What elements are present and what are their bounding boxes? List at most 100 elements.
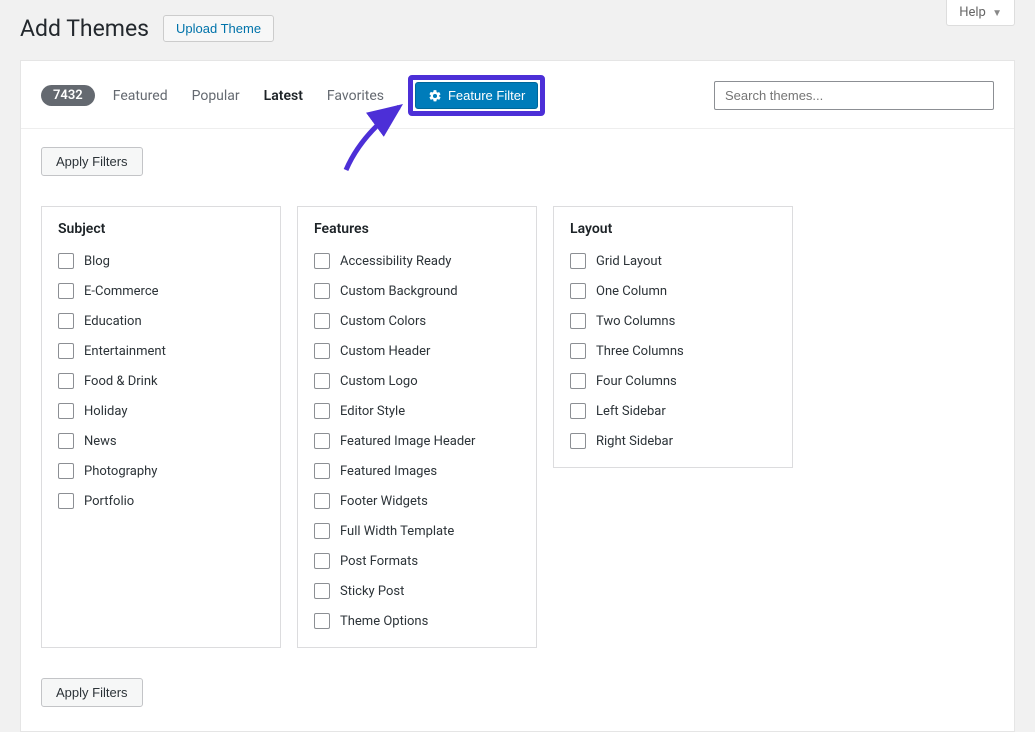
filter-checkbox-row[interactable]: Entertainment xyxy=(58,343,264,359)
checkbox[interactable] xyxy=(314,373,330,389)
checkbox-label: E-Commerce xyxy=(84,284,159,299)
checkbox-label: Sticky Post xyxy=(340,584,404,599)
filter-column-subject: Subject Blog E-Commerce Education Entertain… xyxy=(41,206,281,648)
checkbox[interactable] xyxy=(570,343,586,359)
search-input[interactable] xyxy=(714,81,994,110)
feature-filter-button[interactable]: Feature Filter xyxy=(415,82,538,109)
checkbox[interactable] xyxy=(314,403,330,419)
help-label: Help xyxy=(959,5,986,20)
tab-featured[interactable]: Featured xyxy=(113,88,168,104)
help-tab[interactable]: Help ▼ xyxy=(946,0,1015,26)
page-header: Add Themes Upload Theme xyxy=(0,0,1035,60)
filter-checkbox-row[interactable]: Editor Style xyxy=(314,403,520,419)
checkbox-label: Left Sidebar xyxy=(596,404,666,419)
checkbox[interactable] xyxy=(314,283,330,299)
filter-checkbox-row[interactable]: Full Width Template xyxy=(314,523,520,539)
filter-column-features: Features Accessibility ReadyCustom Backg… xyxy=(297,206,537,648)
checkbox-label: Custom Background xyxy=(340,284,458,299)
checkbox[interactable] xyxy=(314,493,330,509)
checkbox[interactable] xyxy=(314,343,330,359)
checkbox[interactable] xyxy=(58,463,74,479)
apply-filters-button-bottom[interactable]: Apply Filters xyxy=(41,678,143,707)
checkbox[interactable] xyxy=(570,253,586,269)
checkbox[interactable] xyxy=(58,373,74,389)
tab-popular[interactable]: Popular xyxy=(192,88,240,104)
checkbox[interactable] xyxy=(58,283,74,299)
checkbox-label: Blog xyxy=(84,254,110,269)
checkbox-label: Full Width Template xyxy=(340,524,454,539)
theme-count-badge: 7432 xyxy=(41,85,95,106)
checkbox[interactable] xyxy=(314,463,330,479)
tab-latest[interactable]: Latest xyxy=(264,88,303,104)
filter-checkbox-row[interactable]: Photography xyxy=(58,463,264,479)
filter-checkbox-row[interactable]: Featured Image Header xyxy=(314,433,520,449)
checkbox[interactable] xyxy=(314,253,330,269)
tab-favorites[interactable]: Favorites xyxy=(327,88,384,104)
filter-checkbox-row[interactable]: Portfolio xyxy=(58,493,264,509)
filters-stage: Apply Filters Subject Blog E-Commerce Educ… xyxy=(21,129,1014,731)
checkbox-label: Photography xyxy=(84,464,157,479)
apply-filters-button-top[interactable]: Apply Filters xyxy=(41,147,143,176)
search-wrap xyxy=(714,81,994,110)
checkbox[interactable] xyxy=(58,433,74,449)
checkbox-label: Accessibility Ready xyxy=(340,254,451,269)
filter-checkbox-row[interactable]: Two Columns xyxy=(570,313,776,329)
checkbox[interactable] xyxy=(314,583,330,599)
gear-icon xyxy=(428,89,442,103)
filter-checkbox-row[interactable]: Right Sidebar xyxy=(570,433,776,449)
checkbox-label: Four Columns xyxy=(596,374,677,389)
filter-checkbox-row[interactable]: E-Commerce xyxy=(58,283,264,299)
column-title-subject: Subject xyxy=(58,221,264,237)
upload-theme-button[interactable]: Upload Theme xyxy=(163,15,274,42)
checkbox-label: Custom Header xyxy=(340,344,430,359)
checkbox-label: Grid Layout xyxy=(596,254,662,269)
checkbox-label: Editor Style xyxy=(340,404,405,419)
checkbox[interactable] xyxy=(58,343,74,359)
checkbox-label: News xyxy=(84,434,117,449)
column-title-layout: Layout xyxy=(570,221,776,237)
features-list: Accessibility Ready Custom Background Cust… xyxy=(314,253,520,629)
filter-checkbox-row[interactable]: Custom Header xyxy=(314,343,520,359)
filter-checkbox-row[interactable]: Food & Drink xyxy=(58,373,264,389)
checkbox-label: Two Columns xyxy=(596,314,675,329)
filter-checkbox-row[interactable]: News xyxy=(58,433,264,449)
filter-checkbox-row[interactable]: Blog xyxy=(58,253,264,269)
filter-checkbox-row[interactable]: Four Columns xyxy=(570,373,776,389)
chevron-down-icon: ▼ xyxy=(992,8,1002,19)
checkbox[interactable] xyxy=(58,493,74,509)
filter-checkbox-row[interactable]: Grid Layout xyxy=(570,253,776,269)
checkbox[interactable] xyxy=(570,373,586,389)
filter-checkbox-row[interactable]: Custom Logo xyxy=(314,373,520,389)
filter-checkbox-row[interactable]: Education xyxy=(58,313,264,329)
filter-checkbox-row[interactable]: Theme Options xyxy=(314,613,520,629)
themes-panel: 7432 Featured Popular Latest Favorites F… xyxy=(20,60,1015,732)
filter-checkbox-row[interactable]: Custom Colors xyxy=(314,313,520,329)
filter-checkbox-row[interactable]: Left Sidebar xyxy=(570,403,776,419)
filter-checkbox-row[interactable]: One Column xyxy=(570,283,776,299)
checkbox-label: Featured Image Header xyxy=(340,434,475,449)
checkbox[interactable] xyxy=(314,313,330,329)
filter-checkbox-row[interactable]: Post Formats xyxy=(314,553,520,569)
checkbox[interactable] xyxy=(570,433,586,449)
checkbox[interactable] xyxy=(314,613,330,629)
filter-checkbox-row[interactable]: Holiday xyxy=(58,403,264,419)
filter-checkbox-row[interactable]: Footer Widgets xyxy=(314,493,520,509)
filter-checkbox-row[interactable]: Three Columns xyxy=(570,343,776,359)
checkbox-label: Theme Options xyxy=(340,614,428,629)
checkbox[interactable] xyxy=(314,553,330,569)
checkbox[interactable] xyxy=(570,283,586,299)
filter-checkbox-row[interactable]: Accessibility Ready xyxy=(314,253,520,269)
checkbox[interactable] xyxy=(570,403,586,419)
checkbox[interactable] xyxy=(58,253,74,269)
filter-checkbox-row[interactable]: Custom Background xyxy=(314,283,520,299)
checkbox[interactable] xyxy=(314,523,330,539)
checkbox[interactable] xyxy=(314,433,330,449)
checkbox[interactable] xyxy=(58,313,74,329)
checkbox[interactable] xyxy=(58,403,74,419)
filter-columns: Subject Blog E-Commerce Education Entertain… xyxy=(41,206,994,648)
checkbox[interactable] xyxy=(570,313,586,329)
filter-checkbox-row[interactable]: Sticky Post xyxy=(314,583,520,599)
filter-checkbox-row[interactable]: Featured Images xyxy=(314,463,520,479)
checkbox-label: Three Columns xyxy=(596,344,684,359)
checkbox-label: Portfolio xyxy=(84,494,134,509)
